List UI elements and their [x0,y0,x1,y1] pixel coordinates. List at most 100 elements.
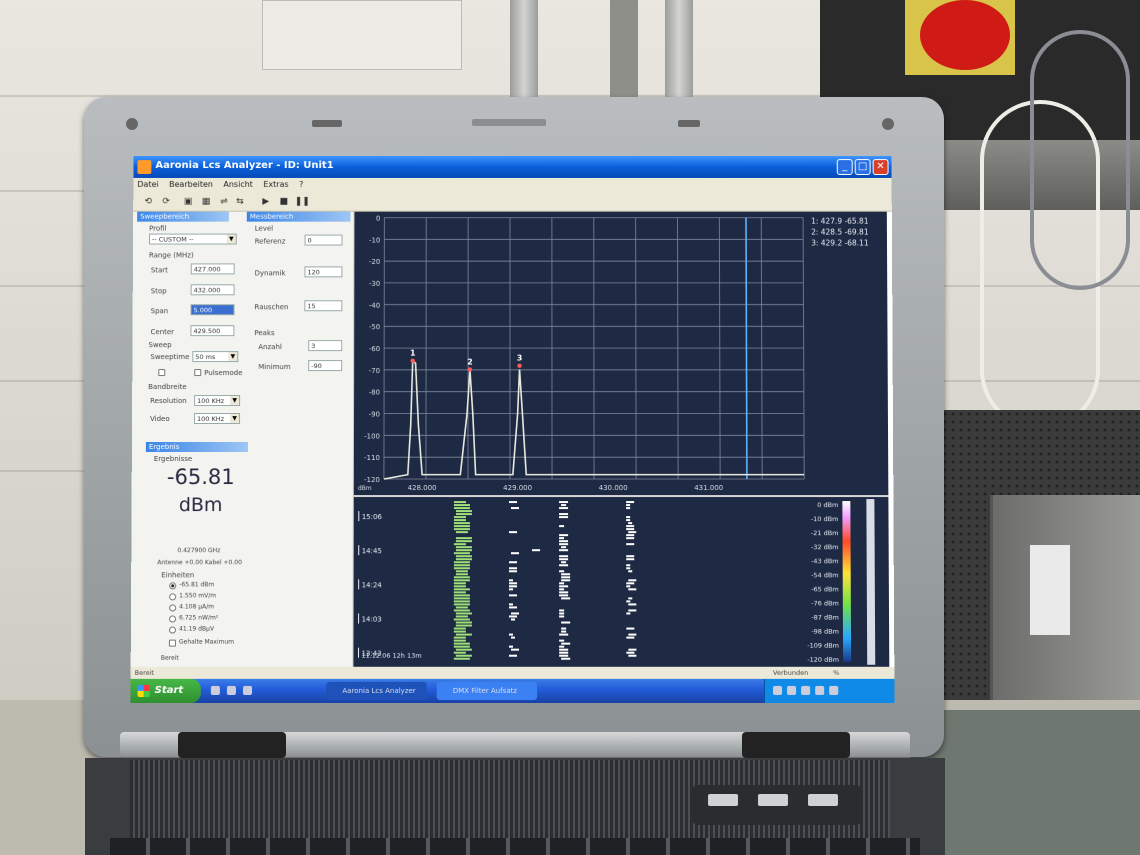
unit-radio-dbm[interactable] [169,582,177,590]
waterfall-trace-line [455,621,472,624]
unit-radio-nwm[interactable] [169,615,177,623]
close-icon[interactable]: ✕ [872,159,889,175]
resolution-value: 100 KHz [197,397,225,406]
y-tick-label: -60 [369,345,380,353]
grid-line-v [719,218,720,479]
y-tick-label: -20 [369,258,380,266]
unit-radio-uam[interactable] [169,604,177,612]
anzahl-field[interactable]: 3 [308,340,343,352]
peak-marker [410,358,416,364]
waterfall-trace-line [508,585,518,588]
window-titlebar[interactable]: Aaronia Lcs Analyzer - ID: Unit1 _ □ ✕ [133,156,892,178]
minimum-field[interactable]: -90 [308,360,343,372]
quicklaunch-icon[interactable] [210,685,220,695]
level-panel-header[interactable]: Messbereich [246,211,351,222]
y-tick-label: -120 [364,476,380,484]
media-button[interactable] [708,794,738,806]
resolution-select[interactable]: 100 KHz ▼ [194,395,241,407]
menu-datei[interactable]: Datei [137,180,158,189]
pause-icon[interactable]: ❚❚ [295,195,310,209]
checkbox[interactable] [158,369,166,377]
profil-select[interactable]: -- CUSTOM -- ▼ [148,233,237,245]
media-button[interactable] [808,794,838,806]
tray-icon[interactable] [772,685,783,695]
menubar: Datei Bearbeiten Ansicht Extras ? [133,177,892,192]
waterfall-svg[interactable]: 15:0614:4514:2414:0313:4311.12.06 12h 13… [353,497,889,667]
play-icon[interactable]: ▶ [259,195,273,209]
menu-help[interactable]: ? [299,180,303,189]
print-icon[interactable]: ▦ [199,195,213,209]
sweep-panel-header[interactable]: Sweepbereich [137,211,229,222]
task-dmx-filter[interactable]: DMX Filter Aufsatz [436,681,538,701]
stop-icon[interactable]: ■ [277,195,291,209]
tray-icon[interactable] [815,685,825,695]
rauschen-field[interactable]: 15 [304,300,343,312]
y-tick-label: -50 [369,323,380,331]
video-select[interactable]: 100 KHz ▼ [194,413,241,425]
waterfall-trace-line [508,654,518,657]
dynamik-field[interactable]: 120 [304,266,343,278]
waterfall-trace-line [453,515,466,518]
waterfall-trace-line [510,618,516,621]
unit-radio-dbuv[interactable] [168,626,177,634]
waterfall-trace-line [626,564,631,567]
y-tick-label: -100 [364,432,380,440]
swap-icon[interactable]: ⇌ [217,195,231,209]
tray-icon[interactable] [787,685,797,695]
minimize-icon[interactable]: _ [836,159,853,175]
exchange-icon[interactable]: ⇆ [233,195,247,209]
sweeptime-select[interactable]: 50 ms ▼ [192,351,239,363]
tray-icon[interactable] [801,685,811,695]
waterfall-trace-line [453,518,466,521]
spectrum-chart[interactable]: 0 -10 -20 -30 -40 -50 -60 -70 -80 -90 -100 -110 -120… [353,211,889,496]
waterfall-trace-line [453,503,470,506]
bezel-screw [882,118,894,130]
spectrum-svg[interactable]: 0 -10 -20 -30 -40 -50 -60 -70 -80 -90 -100 -110 -120… [354,212,889,495]
waterfall-trace-line [559,585,569,588]
menu-extras[interactable]: Extras [263,180,288,189]
span-field[interactable]: 5.000 [190,304,235,316]
grid-line-v [803,218,804,479]
waterfall-trace-line [453,524,470,527]
waterfall-trace-line [561,627,567,630]
waterfall-trace-line [625,527,634,530]
undo-icon[interactable]: ⟲ [141,195,155,209]
menu-ansicht[interactable]: Ansicht [223,180,252,189]
waterfall-display[interactable]: 15:06 14:45 14:24 14:03 13:43 11.12.06 12h 13… [353,495,890,667]
redo-icon[interactable]: ⟳ [159,195,173,209]
x-tick-label: 428.000 [408,484,437,492]
unit-option-label: -65.81 dBm [179,581,215,589]
app-icon [137,160,152,174]
start-button[interactable]: Start [130,678,201,704]
menu-bearbeiten[interactable]: Bearbeiten [169,180,213,189]
quicklaunch-icon[interactable] [226,685,236,695]
y-tick-label: 0 [376,215,380,223]
stop-field[interactable]: 432.000 [190,284,235,296]
waterfall-trace-line [561,573,571,576]
waterfall-trace-line [559,591,569,594]
color-scale-label: 0 dBm [817,501,838,509]
waterfall-trace-line [626,636,635,639]
waterfall-trace-line [628,603,637,606]
media-button[interactable] [758,794,788,806]
waterfall-trace-line [531,548,540,551]
task-lcs-analyzer[interactable]: Aaronia Lcs Analyzer [326,681,427,701]
waterfall-trace-line [627,530,636,533]
status-left: Bereit [134,668,155,677]
waterfall-trace-line [626,600,631,603]
result-panel-header[interactable]: Ergebnis [145,442,248,453]
referenz-field[interactable]: 0 [304,234,343,246]
center-field[interactable]: 429.500 [190,325,235,337]
hold-max-checkbox[interactable] [168,639,176,647]
unit-radio-mvm[interactable] [169,593,177,601]
start-field[interactable]: 427.000 [190,263,235,275]
waterfall-trace-line [559,609,565,612]
maximize-icon[interactable]: □ [854,159,871,175]
level-label: Level [254,224,274,233]
pulsemode-checkbox[interactable] [194,369,202,377]
waterfall-trace-line [559,651,569,654]
tray-icon[interactable] [829,685,839,695]
save-icon[interactable]: ▣ [181,195,195,209]
quicklaunch-icon[interactable] [242,685,253,695]
chevron-down-icon: ▼ [230,414,240,424]
